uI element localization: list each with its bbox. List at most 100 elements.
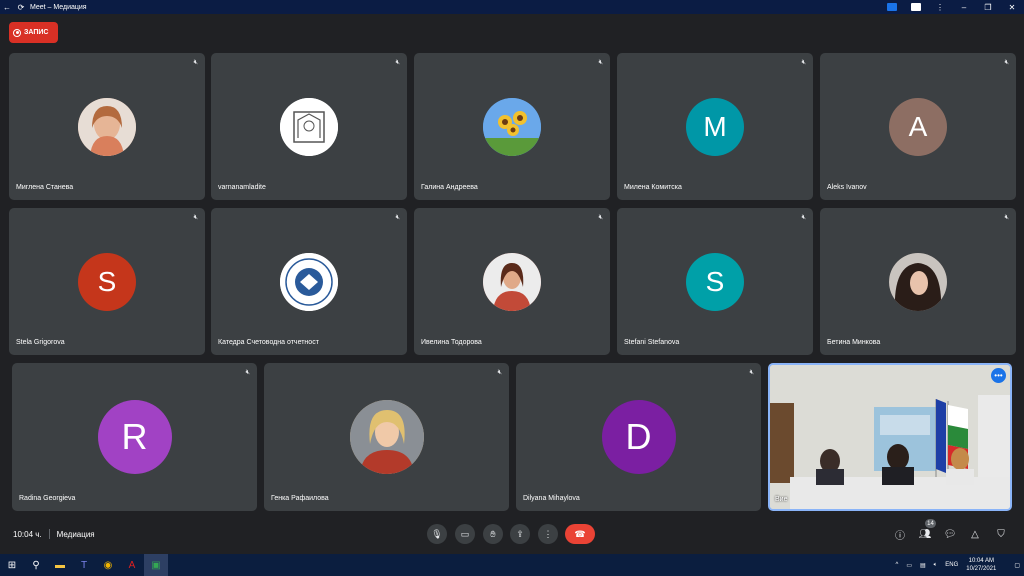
participant-name: varnanamladite (218, 184, 266, 191)
recording-label: ЗАПИС (24, 29, 49, 36)
file-explorer-icon[interactable]: ▬ (48, 554, 72, 576)
mic-off-icon: 🔇︎ (598, 59, 603, 66)
language-indicator[interactable]: ENG (945, 562, 958, 568)
participant-name: Ивелина Тодорова (421, 339, 482, 346)
extension-icon[interactable] (880, 0, 904, 14)
recording-badge[interactable]: ЗАПИС (9, 22, 58, 43)
participant-tile[interactable]: 🔇︎ Ивелина Тодорова (414, 208, 610, 355)
avatar-letter: A (889, 97, 947, 156)
meeting-name: Медиация (56, 529, 95, 539)
host-controls-icon[interactable]: ⛉ (994, 527, 1008, 541)
record-icon (13, 28, 21, 37)
raise-hand-button[interactable]: ✋︎ (483, 524, 503, 544)
participant-tile[interactable]: 🔇︎ Катедра Счетоводна отчетност (211, 208, 407, 355)
participant-tile[interactable]: 🔇︎ R Radina Georgieva (12, 363, 257, 511)
more-options-button[interactable]: ⋮ (538, 524, 558, 544)
participant-name: Бетина Минкова (827, 339, 881, 346)
mic-off-icon: 🔇︎ (598, 214, 603, 221)
search-icon[interactable]: ⚲ (24, 554, 48, 576)
participant-tile[interactable]: 🔇︎ Бетина Минкова (820, 208, 1016, 355)
teams-icon[interactable]: T (72, 554, 96, 576)
participant-tile[interactable]: 🔇︎ Галина Андреева (414, 53, 610, 200)
notifications-icon[interactable]: ▢ (1014, 562, 1020, 569)
microphone-button[interactable]: 🎙︎ (427, 524, 447, 544)
windows-start-icon[interactable]: ⊞ (0, 554, 24, 576)
participant-name: Катедра Счетоводна отчетност (218, 339, 319, 346)
people-icon: 👥︎ (918, 528, 932, 540)
close-button[interactable]: ✕ (1000, 0, 1024, 14)
hang-up-icon: ☎︎ (574, 528, 586, 539)
avatar (483, 252, 541, 311)
avatar (889, 252, 947, 311)
participant-tile[interactable]: 🔇︎ varnanamladite (211, 53, 407, 200)
participant-tile[interactable]: 🔇︎ Генка Рафаилова (264, 363, 509, 511)
self-video-feed (770, 365, 1010, 509)
chat-icon[interactable]: 💬︎ (943, 527, 957, 541)
camera-icon: ▭ (460, 528, 470, 539)
participant-tile[interactable]: 🔇︎ D Dilyana Mihaylova (516, 363, 761, 511)
system-tray: ^ ▭ ▤ 🔈︎ ENG 10:04 AM 10/27/2021 ▢ (892, 554, 1024, 576)
chrome-icon[interactable]: ◉ (96, 554, 120, 576)
present-button[interactable]: ⇪ (510, 524, 530, 544)
meeting-time: 10:04 ч. (13, 529, 42, 539)
chevron-up-icon[interactable]: ^ (896, 562, 899, 568)
present-icon: ⇪ (516, 528, 524, 539)
avatar (280, 252, 338, 311)
mic-off-icon: 🔇︎ (1004, 214, 1009, 221)
self-video-tile[interactable]: ••• Вие (768, 363, 1012, 511)
meeting-info: 10:04 ч. Медиация (13, 529, 95, 539)
clock[interactable]: 10:04 AM 10/27/2021 (966, 557, 996, 573)
maximize-button[interactable]: ❐ (976, 0, 1000, 14)
meet-app-icon[interactable]: ▣ (144, 554, 168, 576)
participant-name: Генка Рафаилова (271, 495, 329, 502)
activities-icon[interactable]: △ (968, 527, 982, 541)
participant-tile[interactable]: 🔇︎ S Stefani Stefanova (617, 208, 813, 355)
window-titlebar: ← ⟳ Meet – Медиация ⋮ – ❐ ✕ (0, 0, 1024, 14)
avatar-letter: S (78, 252, 136, 311)
end-call-button[interactable]: ☎︎ (565, 524, 595, 544)
more-vert-icon: ⋮ (543, 528, 553, 539)
mic-off-icon: 🔇︎ (395, 59, 400, 66)
self-label: Вие (775, 496, 788, 503)
network-icon[interactable]: ▤ (920, 562, 926, 569)
avatar-letter: M (686, 97, 744, 156)
participant-tile[interactable]: 🔇︎ Миглена Станева (9, 53, 205, 200)
window-title: Meet – Медиация (30, 3, 87, 11)
participant-tile[interactable]: 🔇︎ S Stela Grigorova (9, 208, 205, 355)
mic-off-icon: 🔇︎ (749, 369, 754, 376)
mic-off-icon: 🔇︎ (193, 214, 198, 221)
volume-icon[interactable]: 🔈︎ (934, 562, 938, 569)
mic-off-icon: 🔇︎ (1004, 59, 1009, 66)
participant-tile[interactable]: 🔇︎ A Aleks Ivanov (820, 53, 1016, 200)
participant-tile[interactable]: 🔇︎ M Милена Комитска (617, 53, 813, 200)
participant-name: Stela Grigorova (16, 339, 65, 346)
more-options-button[interactable]: ••• (991, 368, 1006, 383)
participant-name: Миглена Станева (16, 184, 74, 191)
participant-name: Aleks Ivanov (827, 184, 867, 191)
avatar (349, 400, 424, 474)
minimize-button[interactable]: – (952, 0, 976, 14)
participant-name: Dilyana Mihaylova (523, 495, 580, 502)
people-button[interactable]: 👥︎ 14 (918, 519, 936, 541)
avatar (78, 97, 136, 156)
arrow-left-icon[interactable]: ← (0, 0, 14, 14)
mic-off-icon: 🔇︎ (801, 214, 806, 221)
meeting-controls-bar: 10:04 ч. Медиация 🎙︎ ▭ ✋︎ ⇪ ⋮ ☎︎ ⓘ 👥︎ 14… (0, 517, 1024, 553)
avatar-letter: S (686, 252, 744, 311)
camera-button[interactable]: ▭ (455, 524, 475, 544)
acrobat-icon[interactable]: A (120, 554, 144, 576)
microphone-icon: 🎙︎ (431, 528, 443, 539)
battery-icon[interactable]: ▭ (906, 562, 912, 569)
info-icon[interactable]: ⓘ (893, 527, 907, 542)
translate-icon[interactable] (904, 0, 928, 14)
avatar (280, 97, 338, 156)
mic-off-icon: 🔇︎ (193, 59, 198, 66)
hand-icon: ✋︎ (490, 528, 496, 539)
participant-name: Галина Андреева (421, 184, 478, 191)
clock-date: 10/27/2021 (966, 566, 997, 572)
more-icon[interactable]: ⋮ (928, 0, 952, 14)
reload-icon[interactable]: ⟳ (14, 0, 28, 14)
participant-name: Stefani Stefanova (624, 339, 680, 346)
mic-off-icon: 🔇︎ (801, 59, 806, 66)
participant-name: Radina Georgieva (19, 495, 76, 502)
